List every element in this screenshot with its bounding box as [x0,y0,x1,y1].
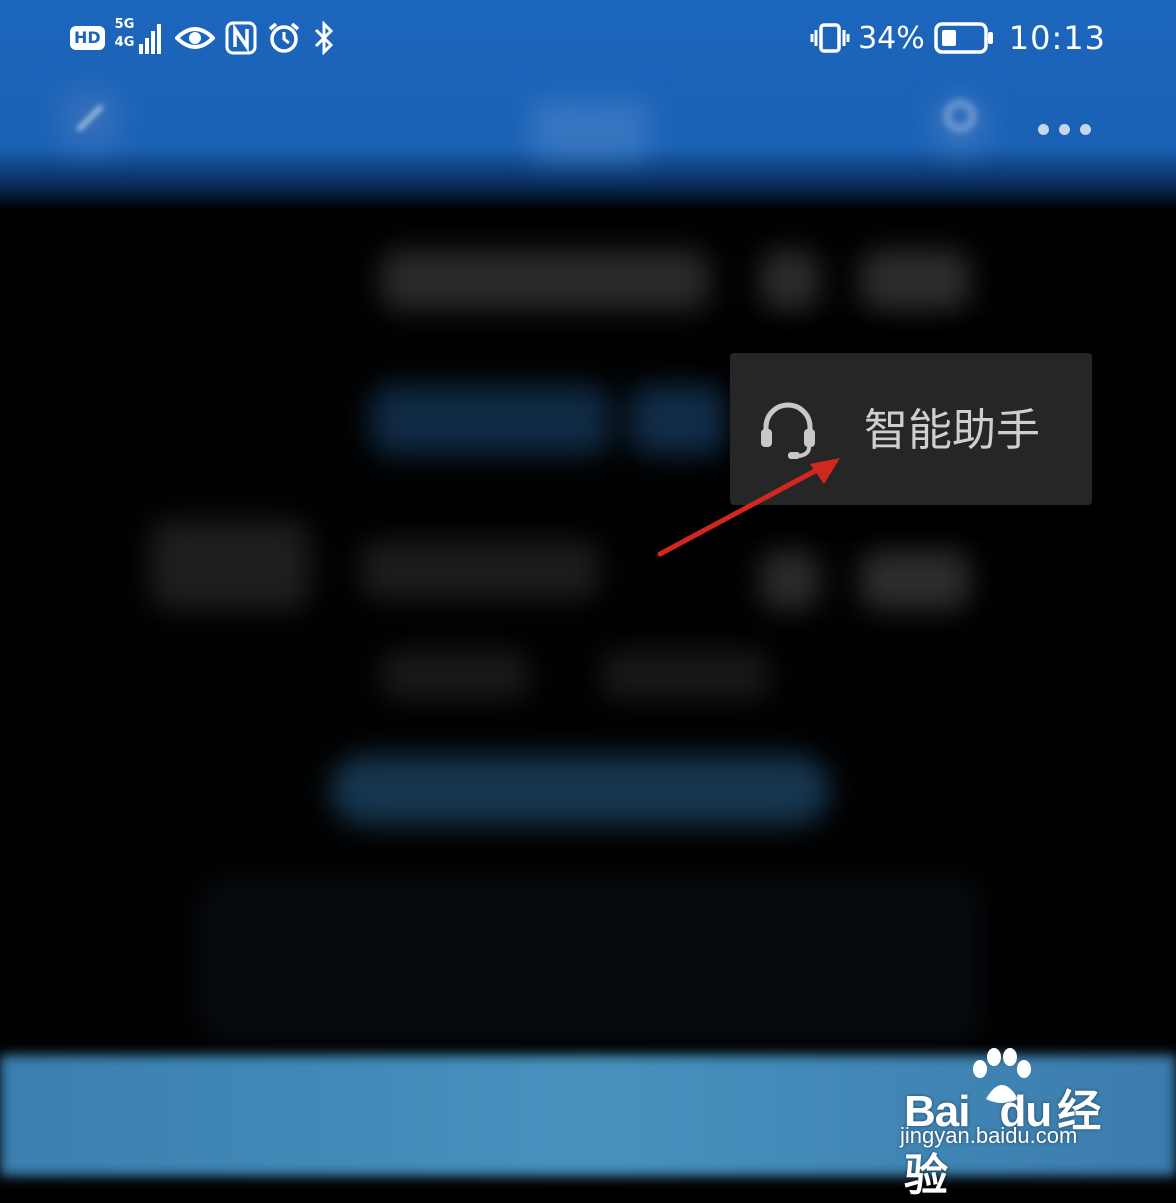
status-right-group: 34% 10:13 [810,18,1106,58]
clock: 10:13 [1008,19,1106,57]
bluetooth-icon [314,21,333,55]
status-left-group: HD 5G 4G [70,18,337,58]
hd-icon: HD [70,26,105,50]
watermark-url: jingyan.baidu.com [900,1123,1078,1148]
signal-icon: 5G 4G [115,18,165,56]
edit-icon[interactable] [70,98,110,138]
eye-comfort-icon [174,27,215,49]
annotation-arrow [657,458,840,557]
blurred-background-content [0,0,1176,1176]
more-icon[interactable] [1038,124,1091,135]
battery-percent: 34% [858,20,925,56]
battery-icon [934,22,993,54]
alarm-icon [268,22,299,53]
nfc-icon [225,21,257,55]
baidu-watermark: Bai du 经验 jingyan.baidu.com [900,1045,1140,1200]
status-bar: HD 5G 4G 34% 10:13 [0,0,1176,76]
search-icon[interactable] [940,96,984,140]
vibrate-icon [810,23,850,53]
menu-item-label: 智能助手 [864,405,1040,456]
